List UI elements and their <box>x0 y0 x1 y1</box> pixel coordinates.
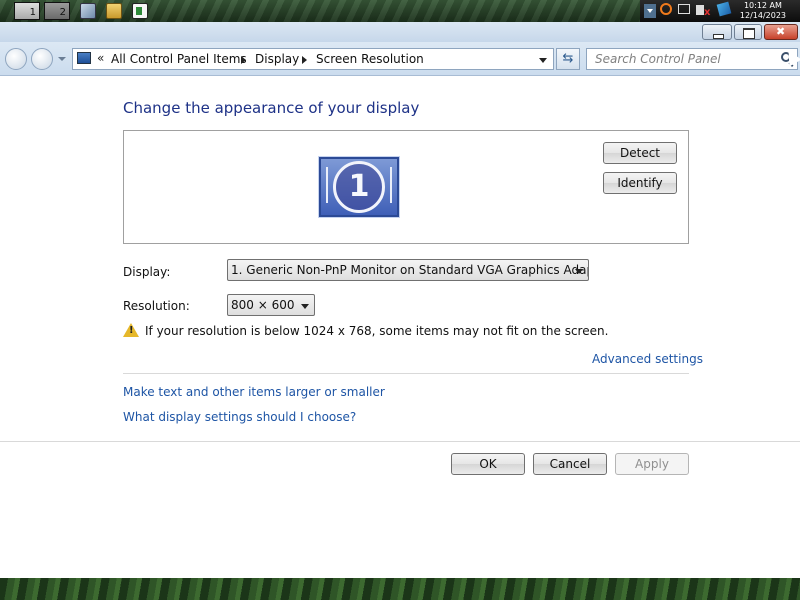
search-input[interactable]: Search Control Panel <box>586 48 798 70</box>
resolution-warning: If your resolution is below 1024 x 768, … <box>145 324 609 338</box>
divider <box>123 373 689 374</box>
display-select[interactable]: 1. Generic Non-PnP Monitor on Standard V… <box>227 259 589 281</box>
footer-divider <box>0 441 800 442</box>
page-title: Change the appearance of your display <box>123 99 420 117</box>
cancel-button[interactable]: Cancel <box>533 453 607 475</box>
display-settings-help-link[interactable]: What display settings should I choose? <box>123 410 356 424</box>
back-button[interactable] <box>5 48 27 70</box>
desktop-wallpaper <box>0 578 800 600</box>
title-bar[interactable] <box>0 22 800 42</box>
folder-icon[interactable] <box>106 3 122 19</box>
apply-button[interactable]: Apply <box>615 453 689 475</box>
main-content: Change the appearance of your display 1 … <box>0 77 800 578</box>
taskbar: 1 2 x 10:12 AM 12/14/2023 <box>0 0 800 22</box>
address-bar[interactable]: « All Control Panel Items Display Screen… <box>72 48 554 70</box>
detect-button[interactable]: Detect <box>603 142 677 164</box>
search-icon[interactable] <box>660 3 672 15</box>
navigation-bar: « All Control Panel Items Display Screen… <box>0 42 800 76</box>
refresh-icon: ⇆ <box>562 51 574 66</box>
monitor-icon[interactable]: 1 <box>318 156 400 218</box>
resolution-label: Resolution: <box>123 299 190 313</box>
flag-icon[interactable] <box>716 1 732 17</box>
ok-button[interactable]: OK <box>451 453 525 475</box>
breadcrumb-arrow-icon[interactable] <box>302 56 307 64</box>
monitor-number: 1 <box>333 161 385 213</box>
resolution-select-value: 800 × 600 <box>231 298 295 312</box>
recent-pages-icon[interactable] <box>58 57 66 61</box>
address-dropdown-icon[interactable] <box>539 58 547 63</box>
identify-button[interactable]: Identify <box>603 172 677 194</box>
virtual-desktop-1[interactable]: 1 <box>14 2 40 20</box>
tray-expand-icon[interactable] <box>644 4 656 18</box>
clock-date: 12/14/2023 <box>739 11 786 20</box>
breadcrumb-overflow[interactable]: « <box>97 51 104 65</box>
breadcrumb-arrow-icon[interactable] <box>241 56 246 64</box>
desktop-icon[interactable] <box>80 3 96 19</box>
breadcrumb-all-items[interactable]: All Control Panel Items <box>111 52 247 66</box>
text-size-link[interactable]: Make text and other items larger or smal… <box>123 385 385 399</box>
display-label: Display: <box>123 265 171 279</box>
display-select-value: 1. Generic Non-PnP Monitor on Standard V… <box>231 263 589 277</box>
network-icon[interactable] <box>678 4 690 14</box>
warning-icon <box>123 323 139 337</box>
minimize-button[interactable] <box>702 24 732 40</box>
clock-time: 10:12 AM <box>743 1 782 10</box>
virtual-desktop-2[interactable]: 2 <box>44 2 70 20</box>
clock[interactable]: 10:12 AM 12/14/2023 <box>740 0 786 21</box>
chevron-down-icon <box>575 269 583 274</box>
breadcrumb-screen-resolution[interactable]: Screen Resolution <box>316 52 424 66</box>
breadcrumb-display[interactable]: Display <box>255 52 299 66</box>
terminal-icon[interactable] <box>132 3 148 19</box>
resolution-select[interactable]: 800 × 600 <box>227 294 315 316</box>
system-tray: x 10:12 AM 12/14/2023 <box>640 0 800 22</box>
maximize-button[interactable] <box>734 24 762 40</box>
control-panel-icon <box>77 52 91 64</box>
refresh-button[interactable]: ⇆ <box>556 48 580 70</box>
advanced-settings-link[interactable]: Advanced settings <box>592 352 703 366</box>
volume-muted-icon: x <box>704 7 711 18</box>
forward-button[interactable] <box>31 48 53 70</box>
chevron-down-icon <box>301 304 309 309</box>
display-arrangement-panel: 1 Detect Identify <box>123 130 689 244</box>
search-placeholder: Search Control Panel <box>595 52 721 66</box>
volume-icon[interactable] <box>696 5 704 15</box>
control-panel-window: « All Control Panel Items Display Screen… <box>0 22 800 578</box>
close-button[interactable] <box>764 24 798 40</box>
